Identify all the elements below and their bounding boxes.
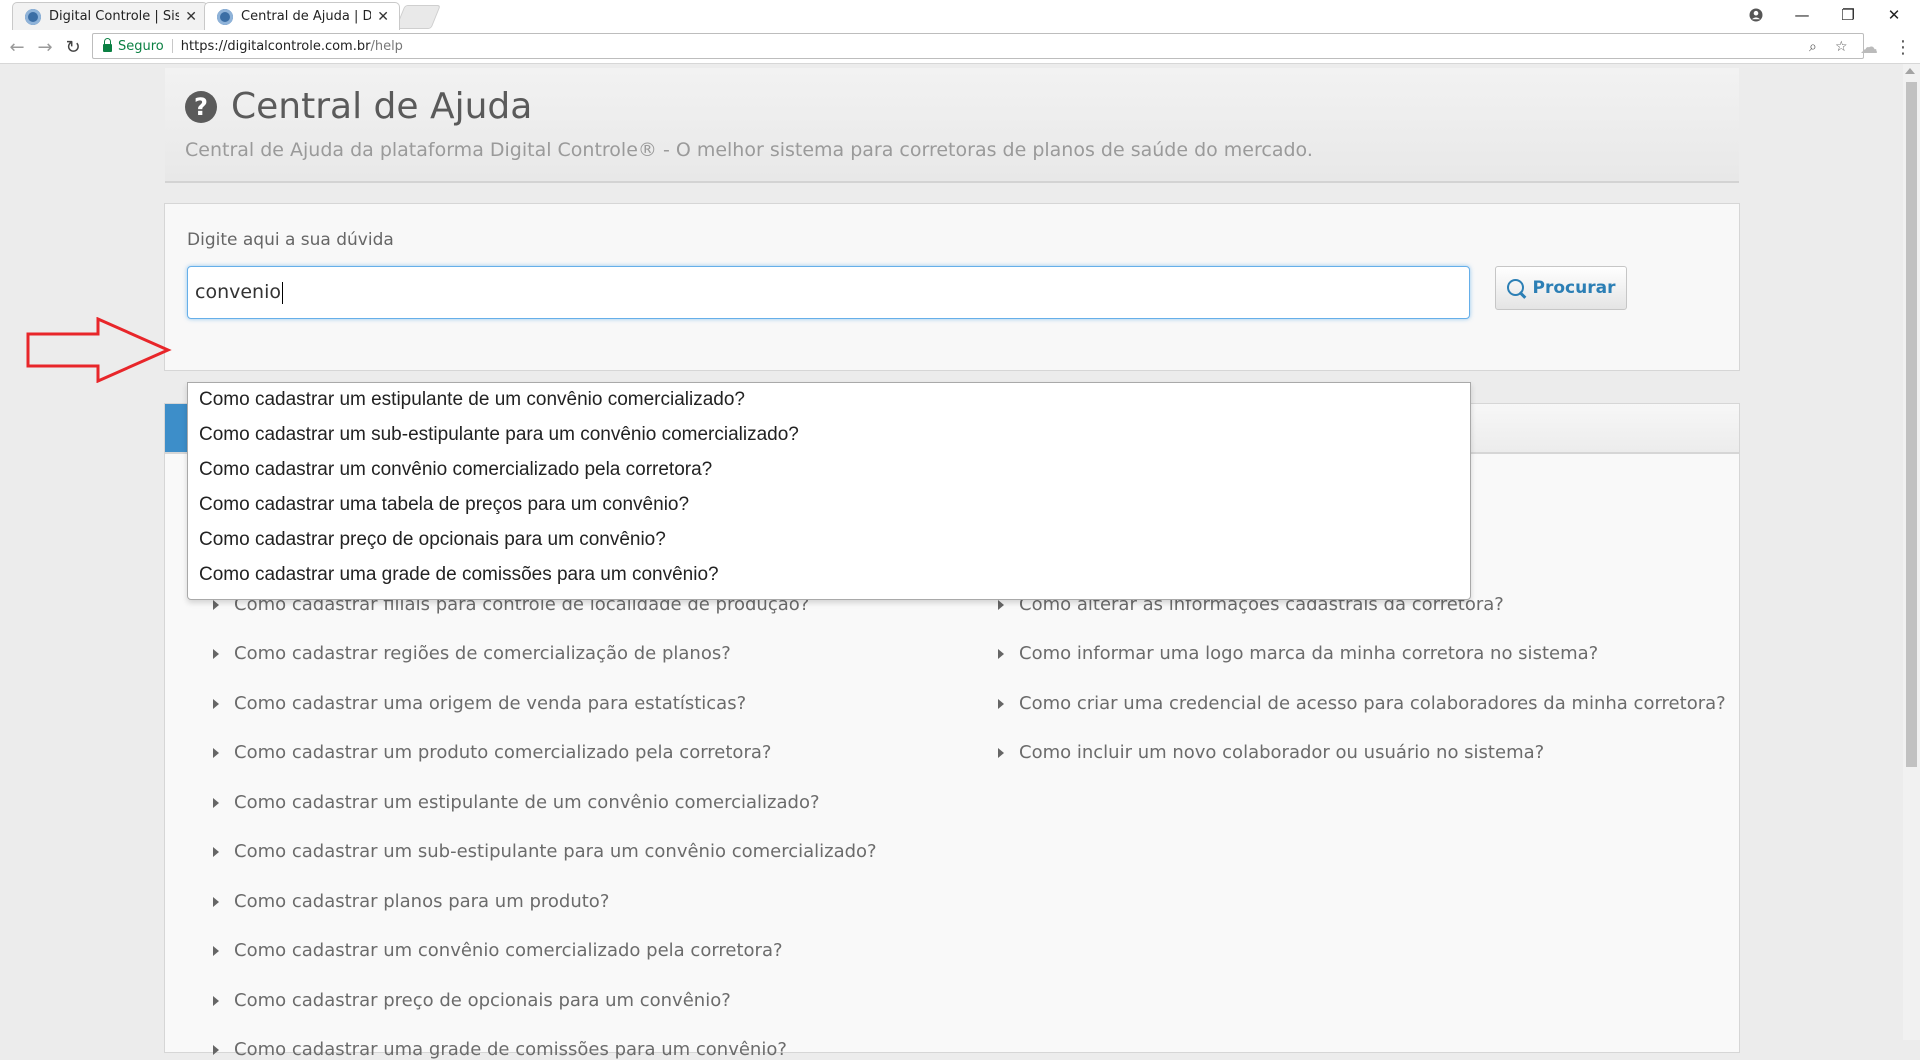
browser-toolbar: ← → ↻ Seguro https://digitalcontrole.com…	[0, 30, 1920, 64]
faq-link-label: Como cadastrar uma origem de venda para …	[234, 693, 747, 714]
suggestion-item[interactable]: Como cadastrar uma tabela de preços para…	[199, 494, 689, 516]
close-tab-icon[interactable]: ✕	[377, 9, 389, 25]
faq-link[interactable]: Como cadastrar um convênio comercializad…	[213, 940, 783, 961]
caret-right-icon	[213, 698, 219, 709]
search-button-label: Procurar	[1532, 278, 1616, 298]
zoom-icon[interactable]: ⌕	[1809, 39, 1817, 55]
caret-right-icon	[213, 599, 219, 610]
restore-window-icon[interactable]: ❐	[1826, 2, 1870, 28]
search-suggestions-dropdown: Como cadastrar um estipulante de um conv…	[187, 382, 1471, 600]
url-host: https://digitalcontrole.com.br	[180, 38, 371, 54]
faq-link-label: Como incluir um novo colaborador ou usuá…	[1019, 742, 1545, 763]
faq-link[interactable]: Como cadastrar um estipulante de um conv…	[213, 792, 820, 813]
caret-right-icon	[213, 1044, 219, 1055]
secure-label: Seguro	[118, 38, 164, 54]
page-subtitle: Central de Ajuda da plataforma Digital C…	[185, 139, 1313, 161]
caret-right-icon	[998, 698, 1004, 709]
caret-right-icon	[213, 945, 219, 956]
caret-right-icon	[213, 648, 219, 659]
minimize-window-icon[interactable]: —	[1780, 2, 1824, 28]
address-bar[interactable]: Seguro https://digitalcontrole.com.br/he…	[92, 33, 1864, 59]
lock-icon	[103, 38, 112, 52]
search-panel: Digite aqui a sua dúvida convenio Procur…	[164, 203, 1740, 371]
browser-tab-digital-controle[interactable]: Digital Controle | Sistema ✕	[12, 2, 208, 30]
url-path: /help	[370, 38, 403, 54]
browser-tab-strip: Digital Controle | Sistema ✕ Central de …	[0, 0, 1920, 30]
faq-link[interactable]: Como informar uma logo marca da minha co…	[998, 643, 1598, 664]
scroll-up-arrow-icon[interactable]	[1905, 68, 1915, 74]
caret-right-icon	[213, 747, 219, 758]
faq-link-label: Como criar uma credencial de acesso para…	[1019, 693, 1726, 714]
faq-link-label: Como cadastrar um convênio comercializad…	[234, 940, 783, 961]
caret-right-icon	[998, 648, 1004, 659]
profile-icon[interactable]	[1734, 2, 1778, 28]
close-window-icon[interactable]: ✕	[1872, 2, 1916, 28]
faq-link-label: Como cadastrar um estipulante de um conv…	[234, 792, 820, 813]
site-favicon-icon	[25, 8, 41, 25]
faq-link[interactable]: Como cadastrar preço de opcionais para u…	[213, 990, 731, 1011]
reload-icon[interactable]: ↻	[62, 36, 84, 58]
faq-link-label: Como informar uma logo marca da minha co…	[1019, 643, 1599, 664]
page: ? Central de Ajuda Central de Ajuda da p…	[0, 64, 1920, 1060]
tab-title: Central de Ajuda | Digital	[241, 9, 371, 24]
faq-link[interactable]: Como cadastrar um produto comercializado…	[213, 742, 771, 763]
scrollbar-thumb[interactable]	[1906, 82, 1917, 767]
suggestion-item[interactable]: Como cadastrar uma grade de comissões pa…	[199, 564, 719, 586]
red-arrow-annotation-icon	[26, 317, 172, 383]
faq-link-label: Como cadastrar um sub-estipulante para u…	[234, 841, 877, 862]
browser-menu-icon[interactable]: ⋮	[1892, 36, 1914, 58]
tab-title: Digital Controle | Sistema	[49, 9, 179, 24]
caret-right-icon	[213, 797, 219, 808]
faq-link-label: Como cadastrar um produto comercializado…	[234, 742, 772, 763]
faq-link[interactable]: Como cadastrar regiões de comercializaçã…	[213, 643, 731, 664]
faq-link[interactable]: Como incluir um novo colaborador ou usuá…	[998, 742, 1544, 763]
divider	[171, 39, 173, 53]
search-icon	[1506, 278, 1524, 296]
search-input-value: convenio	[195, 281, 281, 303]
site-favicon-icon	[217, 8, 233, 25]
caret-right-icon	[998, 599, 1004, 610]
question-circle-icon: ?	[185, 91, 217, 123]
faq-link-label: Como cadastrar preço de opcionais para u…	[234, 990, 731, 1011]
caret-right-icon	[213, 995, 219, 1006]
faq-link[interactable]: Como cadastrar uma origem de venda para …	[213, 693, 746, 714]
faq-link[interactable]: Como cadastrar planos para um produto?	[213, 891, 609, 912]
faq-link-label: Como cadastrar planos para um produto?	[234, 891, 610, 912]
browser-tab-central-de-ajuda[interactable]: Central de Ajuda | Digital ✕	[204, 2, 400, 30]
forward-arrow-icon[interactable]: →	[34, 36, 56, 58]
faq-link-label: Como cadastrar uma grade de comissões pa…	[234, 1039, 787, 1060]
close-tab-icon[interactable]: ✕	[185, 9, 197, 25]
faq-link-label: Como cadastrar regiões de comercializaçã…	[234, 643, 731, 664]
page-header: ? Central de Ajuda Central de Ajuda da p…	[165, 68, 1739, 183]
text-caret	[282, 281, 283, 304]
faq-link[interactable]: Como cadastrar uma grade de comissões pa…	[213, 1039, 787, 1060]
bookmark-star-icon[interactable]: ☆	[1835, 39, 1848, 55]
caret-right-icon	[213, 896, 219, 907]
search-button[interactable]: Procurar	[1495, 266, 1627, 310]
suggestion-item[interactable]: Como cadastrar preço de opcionais para u…	[199, 529, 666, 551]
search-input[interactable]: convenio	[187, 266, 1470, 319]
faq-link[interactable]: Como criar uma credencial de acesso para…	[998, 693, 1726, 714]
caret-right-icon	[998, 747, 1004, 758]
extension-cloud-icon[interactable]: ☁	[1858, 36, 1880, 58]
caret-right-icon	[213, 846, 219, 857]
search-label: Digite aqui a sua dúvida	[187, 230, 394, 250]
suggestion-item[interactable]: Como cadastrar um convênio comercializad…	[199, 459, 712, 481]
page-title: Central de Ajuda	[231, 86, 533, 127]
faq-link[interactable]: Como cadastrar um sub-estipulante para u…	[213, 841, 877, 862]
suggestion-item[interactable]: Como cadastrar um estipulante de um conv…	[199, 389, 745, 411]
suggestion-item[interactable]: Como cadastrar um sub-estipulante para u…	[199, 424, 799, 446]
new-tab-button[interactable]	[395, 5, 441, 29]
back-arrow-icon[interactable]: ←	[6, 36, 28, 58]
